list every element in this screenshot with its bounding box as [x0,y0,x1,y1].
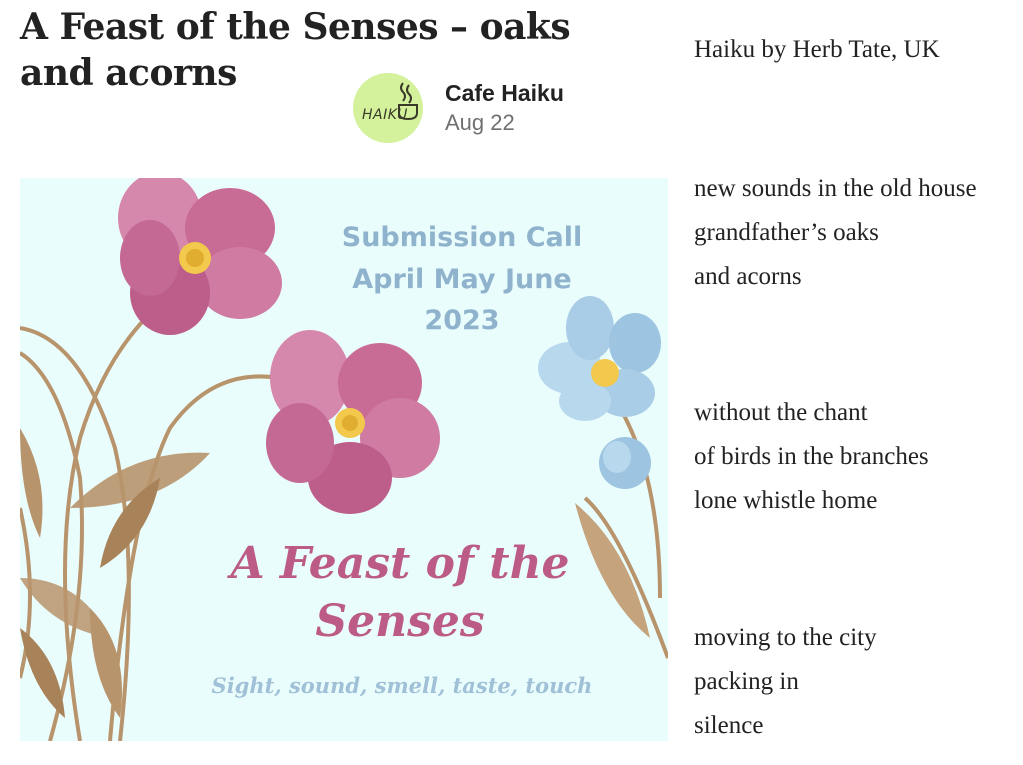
author-card: HAIKU Cafe Haiku Aug 22 [353,72,564,144]
avatar[interactable]: HAIKU [353,73,423,143]
haiku-3-line-3: silence [694,712,764,739]
banner-feast-line-2: Senses [315,596,485,647]
post-date: Aug 22 [445,110,515,135]
author-name[interactable]: Cafe Haiku [445,78,564,108]
haiku-3-line-2: packing in [694,668,799,695]
submission-banner-image: Submission Call April May June 2023 A Fe… [20,178,668,741]
haiku-2-line-3: lone whistle home [694,487,878,514]
haiku-1-line-2: grandfather’s oaks [694,219,879,246]
haiku-3-line-1: moving to the city [694,624,877,651]
banner-call-line-3: 2023 [424,305,500,336]
banner-call-line-2: April May June [352,264,572,295]
post-title-line-1: A Feast of the Senses – oaks [20,6,571,48]
banner-call-line-1: Submission Call [341,222,583,253]
banner-tagline: Sight, sound, smell, taste, touch [211,673,593,698]
haiku-2-line-2: of birds in the branches [694,443,929,470]
haiku-byline: Haiku by Herb Tate, UK [694,36,940,63]
haiku-1-line-3: and acorns [694,263,802,290]
author-meta: Cafe Haiku Aug 22 [445,78,564,138]
post-title-line-2: and acorns [20,52,237,94]
flower-illustration [20,178,668,741]
banner-feast-line-1: A Feast of the [230,538,570,589]
haiku-1-line-1: new sounds in the old house [694,175,977,202]
avatar-logo-text: HAIKU [362,107,408,123]
haiku-2-line-1: without the chant [694,399,868,426]
